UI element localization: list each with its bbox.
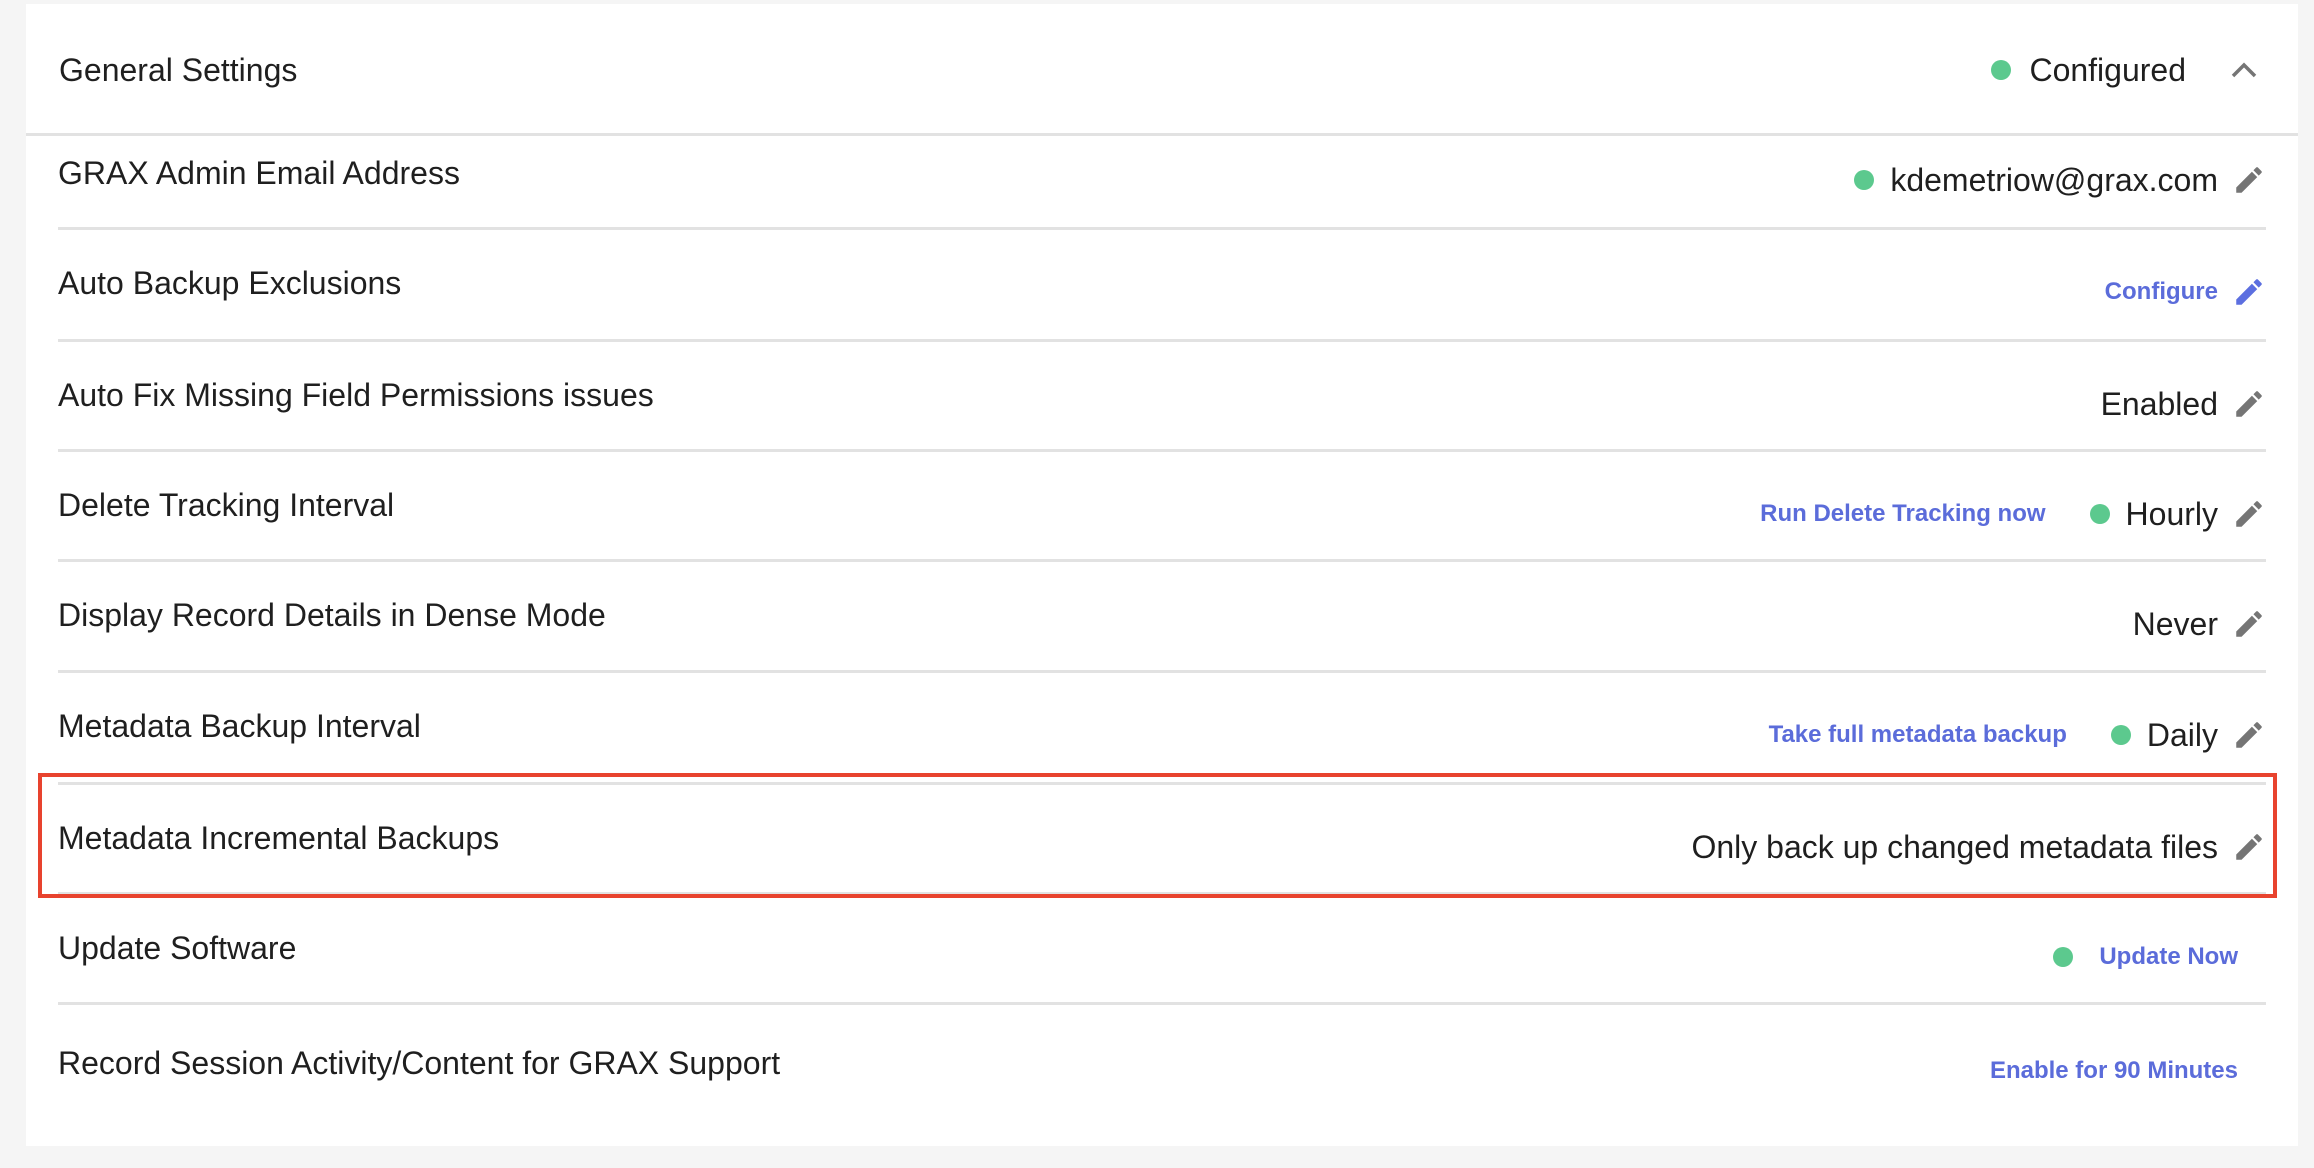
setting-row-delete-tracking-interval: Delete Tracking Interval Run Delete Trac… xyxy=(58,449,2266,559)
setting-value-area: Update Now xyxy=(2053,935,2238,979)
setting-label: Update Software xyxy=(58,930,297,966)
setting-label: GRAX Admin Email Address xyxy=(58,155,460,191)
take-full-metadata-backup-link[interactable]: Take full metadata backup xyxy=(1769,721,2067,749)
setting-row-auto-backup-exclusions: Auto Backup Exclusions Configure xyxy=(58,227,2266,339)
setting-value: Never xyxy=(2132,605,2218,642)
pencil-icon[interactable] xyxy=(2232,718,2266,752)
header-status-area: Configured xyxy=(1991,48,2258,92)
setting-label: Metadata Incremental Backups xyxy=(58,820,500,856)
status-dot-icon xyxy=(1854,170,1875,190)
section-status: Configured xyxy=(2029,51,2186,88)
setting-label: Auto Backup Exclusions xyxy=(58,265,402,301)
setting-row-metadata-backup-interval: Metadata Backup Interval Take full metad… xyxy=(58,670,2266,782)
setting-label: Auto Fix Missing Field Permissions issue… xyxy=(58,377,654,413)
setting-value-area: kdemetriow@grax.com xyxy=(1854,158,2266,202)
setting-value-area: Enable for 90 Minutes xyxy=(1990,1049,2238,1093)
setting-label: Metadata Backup Interval xyxy=(58,708,421,744)
pencil-icon[interactable] xyxy=(2232,830,2266,864)
setting-value-area: Run Delete Tracking now Hourly xyxy=(1760,492,2266,536)
setting-value-area: Only back up changed metadata files xyxy=(1691,825,2266,869)
pencil-icon[interactable] xyxy=(2232,387,2266,421)
status-dot-icon xyxy=(2110,725,2131,745)
setting-value: Daily xyxy=(2146,716,2218,753)
setting-row-metadata-incremental-backups: Metadata Incremental Backups Only back u… xyxy=(58,782,2266,892)
status-dot-icon xyxy=(2053,947,2074,967)
setting-value: Only back up changed metadata files xyxy=(1691,828,2218,865)
setting-row-dense-mode: Display Record Details in Dense Mode Nev… xyxy=(58,559,2266,670)
setting-row-auto-fix-permissions: Auto Fix Missing Field Permissions issue… xyxy=(58,339,2266,449)
general-settings-header[interactable]: General Settings Configured xyxy=(26,4,2298,136)
setting-value: Hourly xyxy=(2125,495,2218,532)
setting-value-area: Enabled xyxy=(2101,382,2266,426)
setting-value-area: Take full metadata backup Daily xyxy=(1769,713,2266,757)
pencil-icon[interactable] xyxy=(2232,607,2266,641)
setting-value-area: Never xyxy=(2133,602,2266,646)
configure-link[interactable]: Configure xyxy=(2105,278,2218,306)
setting-value: Enabled xyxy=(2100,385,2218,422)
setting-label: Display Record Details in Dense Mode xyxy=(58,597,606,633)
pencil-icon[interactable] xyxy=(2232,275,2266,309)
setting-label: Record Session Activity/Content for GRAX… xyxy=(58,1045,781,1081)
status-dot-icon xyxy=(1991,60,2012,80)
chevron-up-icon[interactable] xyxy=(2230,60,2258,80)
enable-session-recording-link[interactable]: Enable for 90 Minutes xyxy=(1990,1057,2238,1085)
pencil-icon[interactable] xyxy=(2232,163,2266,197)
setting-value: kdemetriow@grax.com xyxy=(1890,161,2218,198)
status-dot-icon xyxy=(2089,504,2110,524)
update-now-link[interactable]: Update Now xyxy=(2099,943,2238,971)
run-delete-tracking-link[interactable]: Run Delete Tracking now xyxy=(1760,500,2045,528)
setting-label: Delete Tracking Interval xyxy=(58,487,395,523)
general-settings-card: General Settings Configured GRAX Admin E… xyxy=(26,4,2298,1146)
setting-row-record-session: Record Session Activity/Content for GRAX… xyxy=(58,1002,2266,1146)
setting-row-admin-email: GRAX Admin Email Address kdemetriow@grax… xyxy=(58,133,2266,227)
setting-value-area: Configure xyxy=(2105,270,2266,314)
setting-row-update-software: Update Software Update Now xyxy=(58,892,2266,1002)
pencil-icon[interactable] xyxy=(2232,497,2266,531)
section-title: General Settings xyxy=(59,52,298,88)
